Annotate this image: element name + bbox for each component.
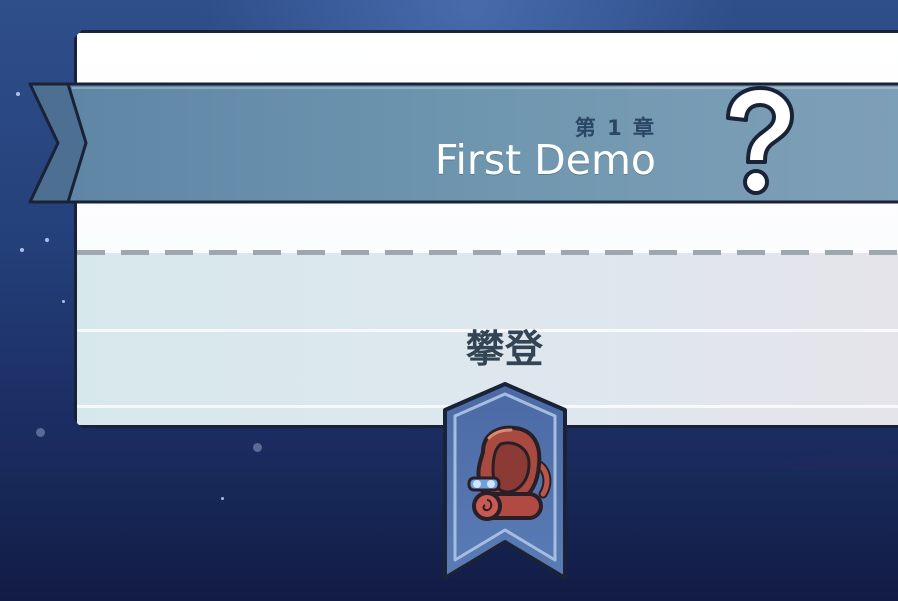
background-star bbox=[36, 428, 45, 437]
question-mark-icon bbox=[718, 84, 798, 200]
background-star bbox=[45, 238, 49, 242]
background-star bbox=[62, 300, 65, 303]
background-star bbox=[253, 443, 262, 452]
background-star bbox=[20, 248, 24, 252]
dashed-divider bbox=[77, 250, 898, 255]
stage-badge[interactable] bbox=[441, 382, 569, 582]
background-star bbox=[16, 92, 20, 96]
stage-name: 攀登 bbox=[465, 327, 544, 371]
chapter-title: First Demo bbox=[434, 136, 656, 184]
backpack-icon bbox=[459, 422, 555, 534]
background-star bbox=[221, 497, 224, 500]
